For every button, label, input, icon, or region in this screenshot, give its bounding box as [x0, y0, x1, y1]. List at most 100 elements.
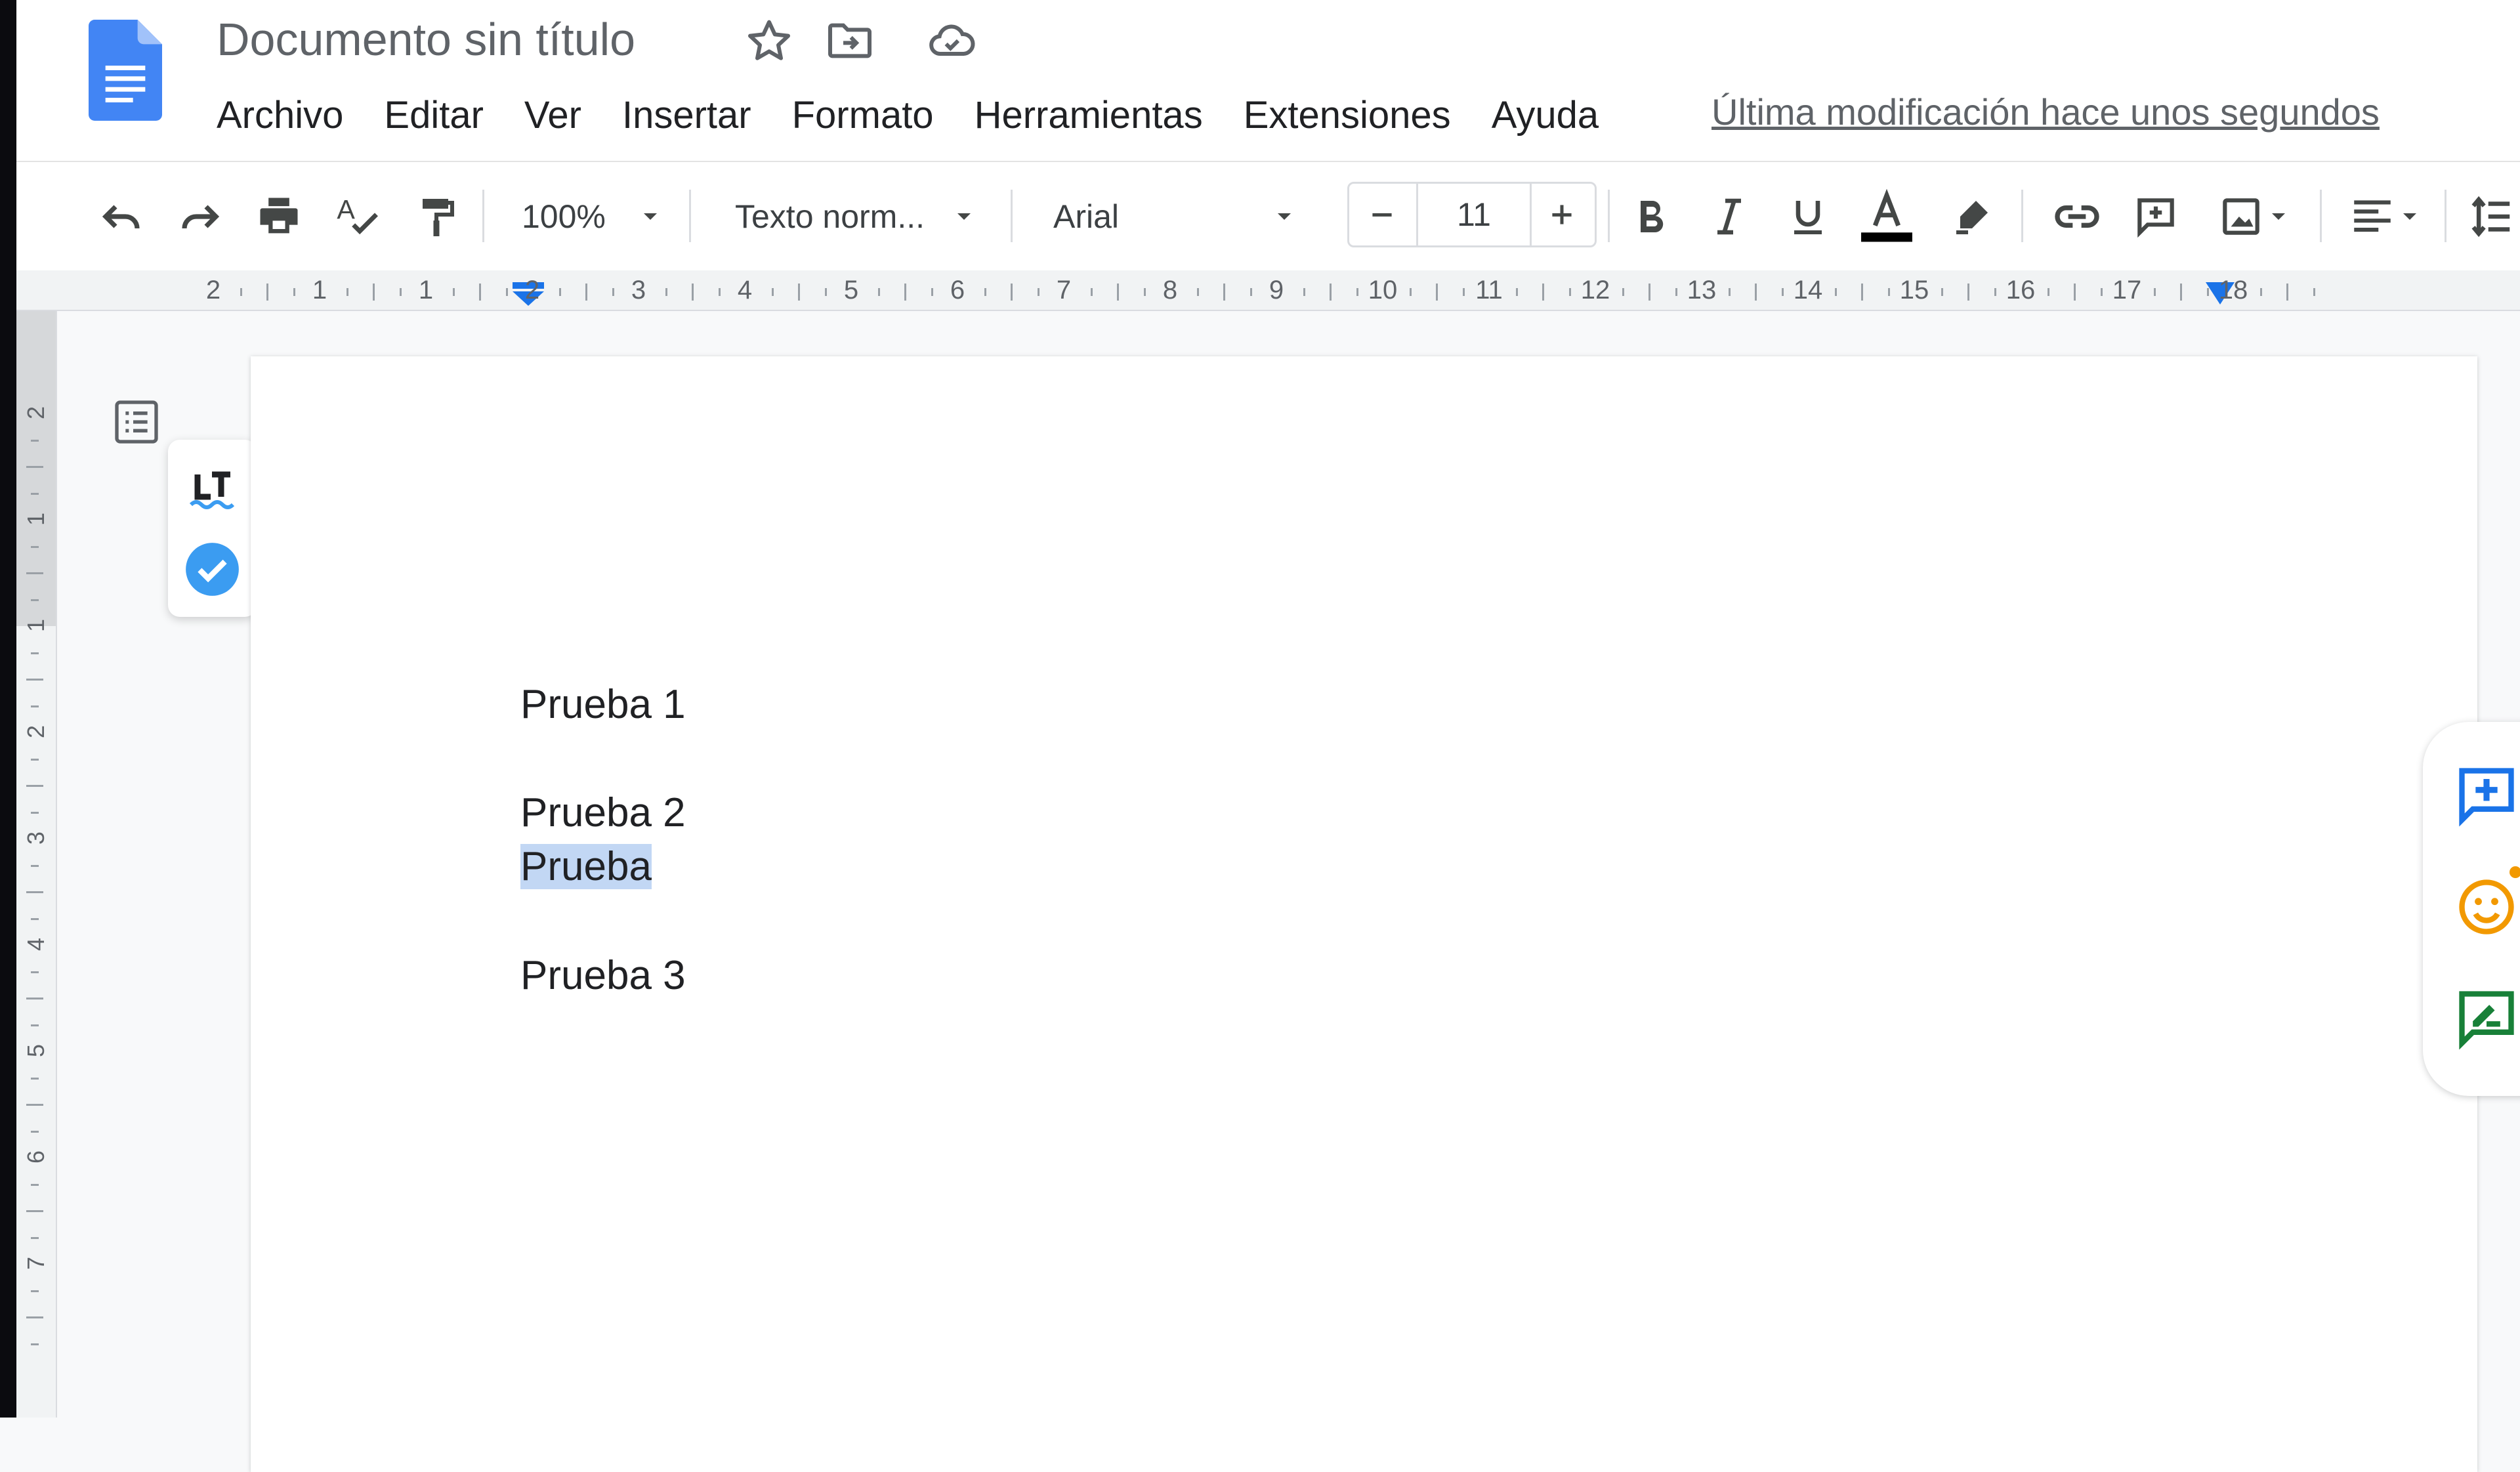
menu-ver[interactable]: Ver — [504, 93, 602, 137]
align-button[interactable] — [2336, 188, 2435, 244]
ruler-tick — [31, 1343, 39, 1345]
highlight-color-button[interactable] — [1939, 188, 2005, 244]
font-size-input[interactable]: 11 — [1416, 184, 1532, 245]
emoji-reaction-icon[interactable] — [2454, 874, 2519, 940]
text-line[interactable]: Prueba 3 — [520, 952, 686, 999]
ruler-tick — [31, 917, 39, 920]
window-edge — [0, 0, 16, 1418]
redo-button[interactable] — [167, 188, 233, 244]
move-folder-icon[interactable] — [824, 14, 876, 67]
chevron-down-icon — [1278, 213, 1292, 220]
ruler-number: 16 — [2006, 276, 2036, 305]
ruler-tick — [931, 288, 933, 296]
ruler-tick — [31, 705, 39, 707]
underline-button[interactable] — [1775, 188, 1841, 244]
ruler-number: 7 — [22, 1256, 49, 1271]
insert-link-button[interactable] — [2044, 188, 2110, 244]
line-spacing-button[interactable] — [2461, 188, 2520, 244]
undo-button[interactable] — [89, 188, 154, 244]
paint-format-icon — [423, 198, 454, 236]
ruler-number: 1 — [418, 276, 434, 305]
ruler-number: 15 — [1899, 276, 1929, 305]
menu-insertar[interactable]: Insertar — [602, 93, 772, 137]
menu-archivo[interactable]: Archivo — [217, 93, 364, 137]
vertical-ruler[interactable]: 2 1 1 2 3 4 5 6 7 — [16, 311, 57, 1418]
link-icon — [2055, 205, 2099, 228]
ruler-number: 14 — [1793, 276, 1823, 305]
ruler-tick — [1568, 288, 1571, 296]
document-page[interactable]: Prueba 1 Prueba 2 Prueba Prueba 3 — [251, 356, 2477, 1472]
menu-herramientas[interactable]: Herramientas — [954, 93, 1223, 137]
ruler-tick — [2074, 284, 2076, 301]
ruler-number: 10 — [1368, 276, 1398, 305]
text-line[interactable]: Prueba 1 — [520, 681, 686, 728]
ruler-tick — [692, 284, 694, 301]
ruler-tick — [2313, 288, 2315, 296]
ruler-tick — [558, 288, 561, 296]
text-color-button[interactable] — [1854, 188, 1920, 244]
side-actions-panel — [2423, 722, 2520, 1096]
svg-text:A: A — [337, 194, 355, 224]
add-comment-icon[interactable] — [2454, 763, 2519, 828]
ruler-tick — [1675, 288, 1677, 296]
ruler-tick — [2259, 288, 2262, 296]
ruler-tick — [26, 1104, 43, 1106]
horizontal-ruler[interactable]: 2 1 1 2 3 4 5 6 7 8 9 10 11 12 13 14 15 16 17 18 — [16, 270, 2520, 311]
ruler-tick — [31, 1077, 39, 1080]
selected-text[interactable]: Prueba — [520, 844, 652, 889]
font-select[interactable]: Arial — [1053, 188, 1322, 244]
ruler-tick — [1436, 284, 1438, 301]
docs-logo-icon[interactable] — [80, 20, 171, 121]
ruler-number: 2 — [524, 276, 540, 305]
menu-extensiones[interactable]: Extensiones — [1223, 93, 1471, 137]
ruler-tick — [1330, 284, 1332, 301]
ruler-number: 4 — [22, 937, 49, 952]
ruler-tick — [26, 466, 43, 468]
cloud-status-icon[interactable] — [925, 14, 978, 67]
document-outline-icon[interactable] — [110, 396, 163, 448]
ruler-tick — [2206, 288, 2209, 296]
star-icon[interactable] — [743, 14, 795, 67]
check-circle-icon[interactable] — [184, 541, 240, 597]
suggest-edit-icon[interactable] — [2454, 986, 2519, 1051]
toolbar-separator — [482, 190, 484, 242]
ruler-tick — [824, 288, 827, 296]
text-line[interactable]: Prueba 2 — [520, 789, 686, 836]
menu-editar[interactable]: Editar — [364, 93, 504, 137]
style-select[interactable]: Texto norm... — [735, 188, 1011, 244]
italic-button[interactable] — [1696, 188, 1762, 244]
ruler-tick — [1011, 284, 1013, 301]
toolbar-separator — [1608, 190, 1610, 242]
font-size-control: 11 — [1347, 182, 1597, 247]
decrease-font-size-button[interactable] — [1349, 184, 1415, 245]
header: Documento sin título Archivo Editar Ver … — [16, 0, 2520, 162]
increase-font-size-button[interactable] — [1529, 184, 1595, 245]
ruler-tick — [1941, 288, 1943, 296]
print-button[interactable] — [246, 188, 312, 244]
text-color-icon — [1861, 188, 1912, 242]
ruler-tick — [1834, 288, 1837, 296]
ruler-tick — [1781, 288, 1784, 296]
highlighter-icon — [1956, 200, 1988, 234]
paint-format-button[interactable] — [404, 188, 469, 244]
toolbar-separator — [2320, 190, 2322, 242]
add-comment-button[interactable] — [2123, 188, 2189, 244]
last-modified-link[interactable]: Última modificación hace unos segundos — [1712, 91, 2380, 133]
comment-plus-icon — [2137, 198, 2174, 238]
ruler-number: 12 — [1580, 276, 1610, 305]
ruler-tick — [31, 599, 39, 601]
menu-ayuda[interactable]: Ayuda — [1471, 93, 1619, 137]
bold-button[interactable] — [1618, 188, 1683, 244]
document-title[interactable]: Documento sin título — [217, 13, 635, 66]
ruler-tick — [1542, 284, 1544, 301]
ruler-tick — [31, 1290, 39, 1292]
zoom-select[interactable]: 100% — [522, 188, 699, 244]
spellcheck-button[interactable]: A — [325, 188, 390, 244]
ruler-number: 4 — [737, 276, 753, 305]
languagetool-logo-icon[interactable] — [186, 464, 238, 516]
insert-image-button[interactable] — [2202, 188, 2307, 244]
ruler-tick — [1861, 284, 1863, 301]
image-icon — [2223, 198, 2259, 235]
bold-icon — [1641, 200, 1664, 232]
menu-formato[interactable]: Formato — [772, 93, 954, 137]
